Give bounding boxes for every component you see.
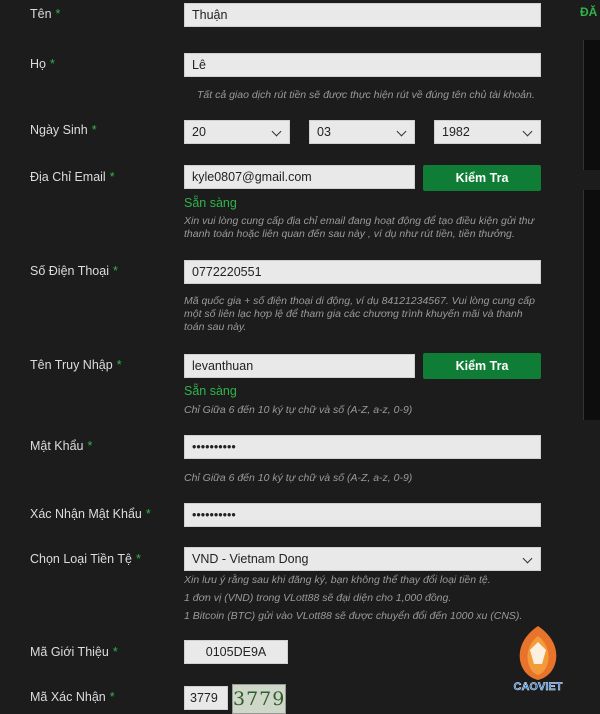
phone-hint: Mã quốc gia + số điện thoại di động, ví …: [184, 295, 535, 333]
watermark-text: CAOVIET: [514, 681, 563, 693]
phone-label: Số Điện Thoại *: [30, 264, 118, 278]
password-label: Mật Khẩu *: [30, 439, 93, 453]
referral-label: Mã Giới Thiệu *: [30, 645, 118, 659]
sidebar-panel-bottom: [583, 190, 600, 420]
caoviet-logo-icon: CAOVIET: [513, 626, 563, 693]
password-input[interactable]: ••••••••••: [184, 435, 541, 459]
first-name-label: Tên *: [30, 7, 61, 21]
check-email-button[interactable]: Kiểm Tra: [423, 165, 541, 191]
username-label: Tên Truy Nhập *: [30, 358, 122, 372]
captcha-label: Mã Xác Nhận *: [30, 690, 115, 704]
birth-day-value: 20: [192, 125, 206, 139]
password-hint: Chỉ Giữa 6 đến 10 ký tự chữ và số (A-Z, …: [184, 472, 413, 484]
captcha-input[interactable]: 3779: [184, 686, 228, 710]
referral-input[interactable]: 0105DE9A: [184, 640, 288, 664]
currency-hint-1: Xin lưu ý rằng sau khi đăng ký, bạn khôn…: [184, 574, 491, 586]
sidebar-heading: ĐĂ: [580, 5, 598, 19]
last-name-input[interactable]: Lê: [184, 53, 541, 77]
birth-month-value: 03: [317, 125, 331, 139]
phone-input[interactable]: 0772220551: [184, 260, 541, 284]
currency-select[interactable]: VND - Vietnam Dong: [184, 547, 541, 571]
last-name-label: Họ *: [30, 57, 55, 71]
currency-hint-2: 1 đơn vị (VND) trong VLott88 sẽ đại diện…: [184, 592, 452, 604]
birth-year-select[interactable]: 1982: [434, 120, 541, 144]
username-input[interactable]: levanthuan: [184, 354, 415, 378]
check-username-button[interactable]: Kiểm Tra: [423, 353, 541, 379]
confirm-password-input[interactable]: ••••••••••: [184, 503, 541, 527]
birth-month-select[interactable]: 03: [309, 120, 415, 144]
first-name-input[interactable]: Thuận: [184, 3, 541, 27]
currency-label: Chọn Loại Tiền Tệ *: [30, 552, 141, 566]
currency-value: VND - Vietnam Dong: [192, 552, 309, 566]
email-status: Sẵn sàng: [184, 196, 237, 210]
confirm-password-label: Xác Nhận Mật Khẩu *: [30, 507, 151, 521]
currency-hint-3: 1 Bitcoin (BTC) gửi vào VLott88 sẽ được …: [184, 610, 523, 622]
birth-day-select[interactable]: 20: [184, 120, 290, 144]
sidebar-panel-top: [583, 40, 600, 170]
email-hint: Xin vui lòng cung cấp địa chỉ email đang…: [184, 215, 535, 240]
username-hint: Chỉ Giữa 6 đến 10 ký tự chữ và số (A-Z, …: [184, 404, 413, 416]
birthdate-label: Ngày Sinh *: [30, 123, 97, 137]
captcha-image[interactable]: 3779: [232, 684, 286, 714]
birth-year-value: 1982: [442, 125, 470, 139]
username-status: Sẵn sàng: [184, 384, 237, 398]
last-name-hint: Tất cả giao dịch rút tiền sẽ được thực h…: [197, 89, 535, 101]
email-label: Địa Chỉ Email *: [30, 170, 115, 184]
email-input[interactable]: kyle0807@gmail.com: [184, 165, 415, 189]
